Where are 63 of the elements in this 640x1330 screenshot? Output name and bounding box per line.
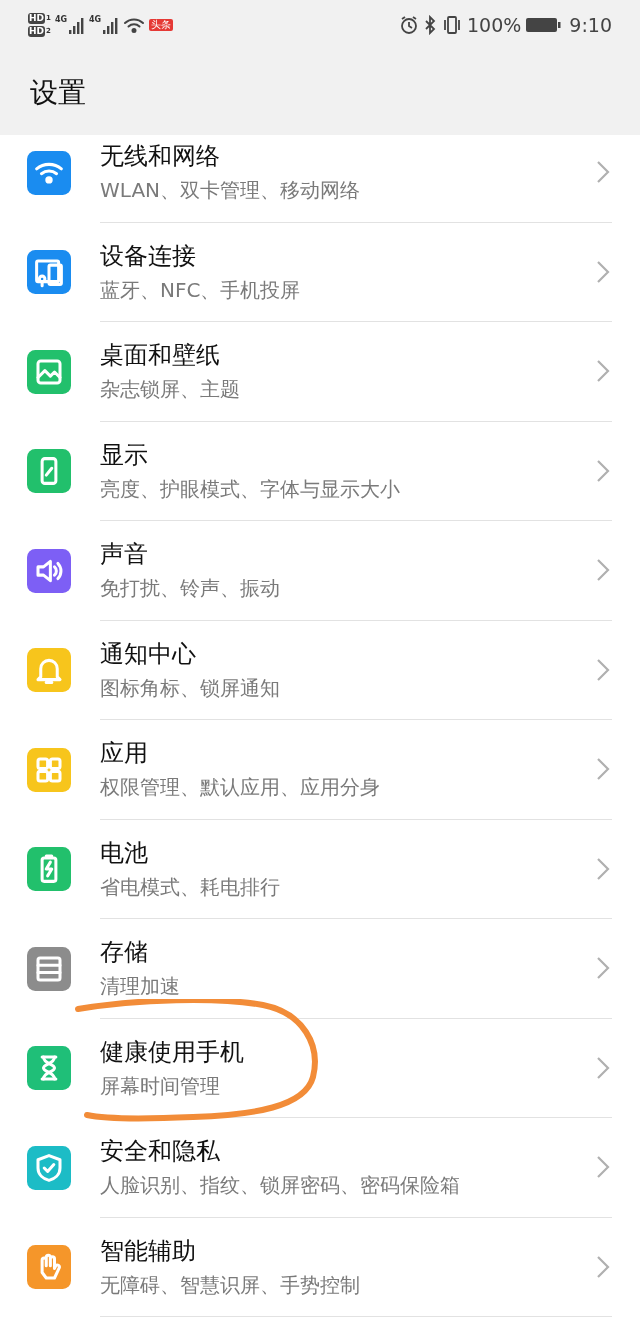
item-title: 显示 [100,439,149,471]
chevron-icon [596,160,610,185]
item-subtitle: 杂志锁屏、主题 [100,376,241,404]
chevron-icon [596,558,610,583]
item-subtitle: 屏幕时间管理 [100,1072,221,1100]
chevron-icon [596,757,610,782]
item-subtitle: 无障碍、智慧识屏、手势控制 [100,1271,361,1299]
item-subtitle: 免打扰、铃声、振动 [100,575,281,603]
bluetooth-icon [423,15,437,35]
alarm-icon [399,15,419,35]
item-title: 设备连接 [100,240,197,272]
network-label: 4G [89,16,102,24]
chevron-icon [596,1055,610,1080]
item-title: 存储 [100,937,149,969]
item-title: 电池 [100,837,149,869]
chevron-icon [596,359,610,384]
battery-percent: 100% [467,12,522,38]
chevron-icon [596,956,610,981]
item-title: 无线和网络 [100,141,221,173]
settings-item[interactable]: 存储 清理加速 [0,919,640,1019]
settings-item[interactable]: 声音 免打扰、铃声、振动 [0,521,640,621]
item-subtitle: 图标角标、锁屏通知 [100,674,281,702]
signal-icon [67,16,86,34]
settings-item[interactable]: 通知中心 图标角标、锁屏通知 [0,620,640,720]
item-title: 安全和隐私 [100,1136,221,1168]
item-title: 通知中心 [100,638,197,670]
settings-item[interactable]: 应用 权限管理、默认应用、应用分身 [0,720,640,820]
wifi-icon [123,16,146,34]
chevron-icon [596,657,610,682]
settings-item[interactable]: 智能辅助 无障碍、智慧识屏、手势控制 [0,1217,640,1317]
settings-item[interactable]: 桌面和壁纸 杂志锁屏、主题 [0,322,640,422]
item-subtitle: 清理加速 [100,973,181,1001]
signal-icon [101,16,120,34]
settings-item[interactable]: 电池 省电模式、耗电排行 [0,819,640,919]
item-subtitle: 蓝牙、NFC、手机投屏 [100,276,302,304]
chevron-icon [596,458,610,483]
settings-item[interactable]: 安全和隐私 人脸识别、指纹、锁屏密码、密码保险箱 [0,1118,640,1218]
item-subtitle: 亮度、护眼模式、字体与显示大小 [100,475,401,503]
item-title: 声音 [100,539,149,571]
item-subtitle: WLAN、双卡管理、移动网络 [100,177,362,205]
settings-item[interactable]: 显示 亮度、护眼模式、字体与显示大小 [0,421,640,521]
chevron-icon [596,1254,610,1279]
chevron-icon [596,856,610,881]
item-title: 应用 [100,738,149,770]
vibrate-icon [441,15,463,35]
notification-badge: 头条 [149,19,174,31]
item-subtitle: 省电模式、耗电排行 [100,873,281,901]
hd-label: HD [28,26,45,37]
clock-time: 9:10 [569,12,612,38]
page-title: 设置 [30,74,86,111]
settings-item[interactable]: 设备连接 蓝牙、NFC、手机投屏 [0,222,640,322]
settings-item[interactable]: 健康使用手机 屏幕时间管理 [0,1018,640,1118]
hd-label: HD [28,13,45,24]
item-title: 健康使用手机 [100,1036,245,1068]
battery-icon [525,16,562,34]
item-title: 桌面和壁纸 [100,340,221,372]
chevron-icon [596,259,610,284]
item-subtitle: 人脸识别、指纹、锁屏密码、密码保险箱 [100,1172,461,1200]
settings-item[interactable]: 无线和网络 WLAN、双卡管理、移动网络 [0,135,640,223]
network-label: 4G [54,16,68,24]
item-title: 智能辅助 [100,1235,197,1267]
chevron-icon [596,1155,610,1180]
item-subtitle: 权限管理、默认应用、应用分身 [100,774,381,802]
